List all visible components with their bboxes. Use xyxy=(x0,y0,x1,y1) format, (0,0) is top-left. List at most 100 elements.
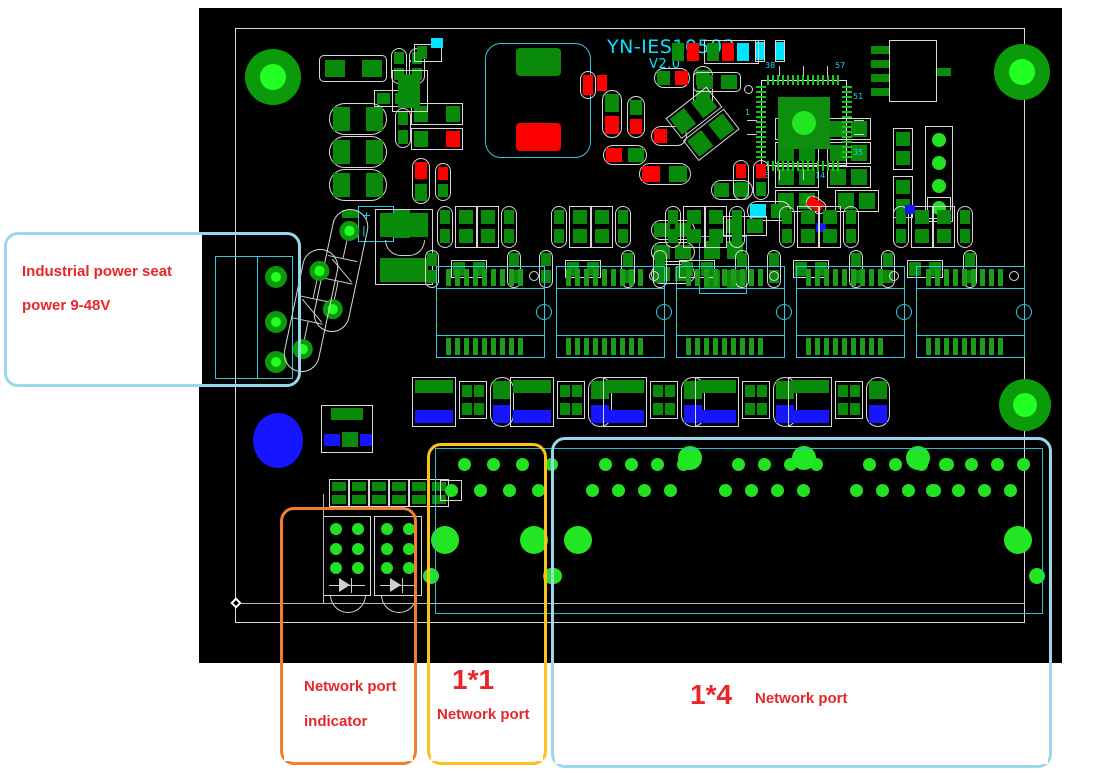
silk-line xyxy=(779,170,780,180)
qfp-pin-label-1: 1 xyxy=(745,108,751,117)
pad xyxy=(605,94,619,112)
pcb-layout-screenshot: YN-IES10502 V2.0 xyxy=(0,0,1096,773)
pad xyxy=(871,74,889,82)
qfp-pin-label-57: 57 xyxy=(835,61,846,70)
silk-circle-marker xyxy=(744,85,753,94)
pad xyxy=(932,179,946,193)
mounting-hole-top-left xyxy=(245,49,301,105)
pad xyxy=(871,46,889,54)
pad xyxy=(438,184,448,197)
origin-datum-marker xyxy=(229,596,243,610)
mounting-hole-top-right xyxy=(994,44,1050,100)
pad xyxy=(896,151,910,165)
silk-line xyxy=(747,120,757,121)
component-outline xyxy=(580,71,596,99)
pad xyxy=(737,43,749,61)
qfp-pin-label-35: 35 xyxy=(853,148,864,157)
pad xyxy=(778,169,794,185)
pad xyxy=(630,100,642,115)
pad xyxy=(366,173,383,197)
pad xyxy=(415,184,427,201)
power-callout-line1: Industrial power seat xyxy=(22,263,173,280)
silk-line xyxy=(779,66,780,76)
pad xyxy=(417,46,427,59)
pad xyxy=(672,43,684,61)
pad xyxy=(657,71,670,85)
pad xyxy=(628,148,644,162)
transformer-module xyxy=(916,266,1032,358)
pad xyxy=(736,182,746,196)
silk-line xyxy=(827,66,828,76)
qfp-pins xyxy=(756,75,852,171)
pad xyxy=(516,123,561,151)
pad xyxy=(333,107,350,131)
pad xyxy=(642,166,660,182)
pad xyxy=(851,169,867,185)
pad xyxy=(380,258,428,282)
mounting-hole-right xyxy=(999,379,1051,431)
ic-outline-sop xyxy=(889,40,937,102)
silk-line xyxy=(803,66,804,76)
pad xyxy=(736,164,746,178)
pad xyxy=(398,74,420,108)
pad xyxy=(669,166,687,182)
pad xyxy=(333,140,350,164)
pad xyxy=(431,38,443,48)
pad xyxy=(380,213,428,237)
pad xyxy=(446,131,460,147)
pad xyxy=(722,43,734,61)
pad xyxy=(606,148,622,162)
pad xyxy=(896,132,910,146)
port-1x1-label: Network port xyxy=(437,706,530,723)
port-1x1-count: 1*1 xyxy=(452,664,495,695)
indicator-callout-line2: indicator xyxy=(304,713,368,730)
pad xyxy=(776,42,784,60)
pad xyxy=(398,111,408,125)
pad xyxy=(366,140,383,164)
silk-line xyxy=(854,134,864,135)
pad xyxy=(675,71,688,85)
pad xyxy=(756,164,766,178)
pad xyxy=(415,162,427,179)
pad xyxy=(654,129,667,143)
component-outline xyxy=(409,60,411,62)
pad xyxy=(362,60,382,77)
pad xyxy=(333,173,350,197)
qfp-pin-label-38: 38 xyxy=(765,61,776,70)
pad xyxy=(414,131,428,147)
silk-line xyxy=(854,120,864,121)
pad xyxy=(394,52,404,64)
transformer-module xyxy=(676,266,792,358)
pad xyxy=(630,119,642,134)
qfp-pin-label-14: 14 xyxy=(815,171,826,180)
pad xyxy=(438,167,448,180)
silk-line xyxy=(803,170,804,180)
pad xyxy=(325,60,345,77)
port-1x4-label: Network port xyxy=(755,690,848,707)
pad xyxy=(937,68,951,76)
bottom-layer-copper-circle xyxy=(253,413,303,468)
pad xyxy=(721,75,737,89)
qfp-pin-label-51: 51 xyxy=(853,92,864,101)
pad xyxy=(516,48,561,76)
pad xyxy=(707,43,719,61)
pad xyxy=(366,107,383,131)
pad xyxy=(377,93,390,104)
pad xyxy=(687,43,699,61)
pad xyxy=(605,116,619,134)
transformer-module xyxy=(436,266,552,358)
pad xyxy=(896,180,910,194)
silk-line xyxy=(747,134,757,135)
port-1x4-callout-fill xyxy=(555,664,1048,764)
pad xyxy=(871,60,889,68)
pad xyxy=(932,133,946,147)
pad xyxy=(446,106,460,122)
pad xyxy=(597,75,607,91)
pad xyxy=(756,182,766,196)
indicator-callout-line1: Network port xyxy=(304,678,397,695)
pad xyxy=(830,169,846,185)
power-callout-line2: power 9-48V xyxy=(22,297,111,314)
pad xyxy=(905,205,915,214)
pad xyxy=(714,183,729,197)
pad xyxy=(871,88,889,96)
